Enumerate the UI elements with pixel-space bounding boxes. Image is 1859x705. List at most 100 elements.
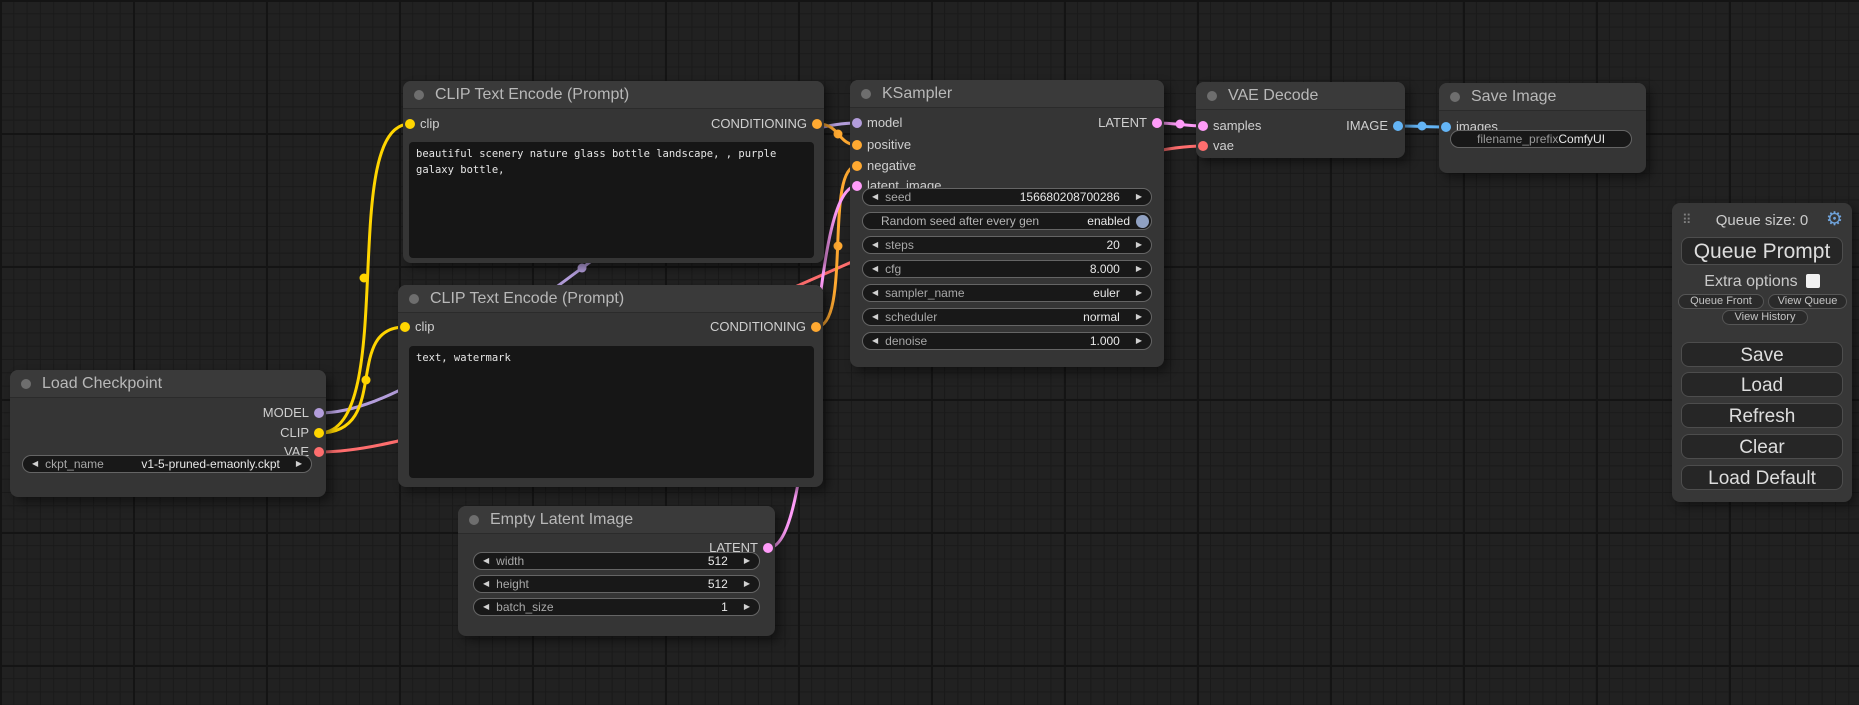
node-save-image[interactable]: Save Imageimagesfilename_prefixComfyUI [1439, 83, 1646, 173]
settings-gear-icon[interactable]: ⚙ [1826, 210, 1843, 230]
widget-width[interactable]: ◀width512▶ [473, 552, 760, 570]
widget-seed[interactable]: ◀seed156680208700286▶ [862, 188, 1152, 206]
widget-decrement-icon[interactable]: ◀ [483, 598, 489, 616]
widget-increment-icon[interactable]: ▶ [1136, 284, 1142, 302]
widget-denoise[interactable]: ◀denoise1.000▶ [862, 332, 1152, 350]
output-port-CONDITIONING[interactable] [812, 119, 822, 129]
node-title-bar[interactable]: CLIP Text Encode (Prompt) [398, 285, 823, 313]
queue-front-button[interactable]: Queue Front [1678, 294, 1764, 309]
widget-batch_size[interactable]: ◀batch_size1▶ [473, 598, 760, 616]
widget-decrement-icon[interactable]: ◀ [872, 332, 878, 350]
node-title-bar[interactable]: Save Image [1439, 83, 1646, 111]
widget-decrement-icon[interactable]: ◀ [483, 575, 489, 593]
collapse-dot[interactable] [409, 294, 419, 304]
widget-ckpt_name[interactable]: ◀ckpt_namev1-5-pruned-emaonly.ckpt▶ [22, 455, 312, 473]
input-port-positive[interactable] [852, 140, 862, 150]
collapse-dot[interactable] [414, 90, 424, 100]
wire-midpoint-dot[interactable] [834, 130, 843, 139]
widget-label: height [496, 577, 529, 591]
input-port-label: positive [867, 137, 911, 153]
widget-value: 512 [708, 554, 728, 568]
node-clip-encode-negative[interactable]: CLIP Text Encode (Prompt)clipCONDITIONIN… [398, 285, 823, 487]
input-port-vae[interactable] [1198, 141, 1208, 151]
widget-decrement-icon[interactable]: ◀ [872, 308, 878, 326]
collapse-dot[interactable] [21, 379, 31, 389]
widget-scheduler[interactable]: ◀schedulernormal▶ [862, 308, 1152, 326]
node-title-bar[interactable]: VAE Decode [1196, 82, 1405, 110]
collapse-dot[interactable] [1450, 92, 1460, 102]
node-title-bar[interactable]: Load Checkpoint [10, 370, 326, 398]
refresh-button[interactable]: Refresh [1681, 403, 1843, 428]
prompt-textarea[interactable]: beautiful scenery nature glass bottle la… [409, 142, 814, 258]
toggle-knob-icon[interactable] [1136, 215, 1149, 228]
collapse-dot[interactable] [1207, 91, 1217, 101]
widget-increment-icon[interactable]: ▶ [296, 455, 302, 473]
input-port-latent_image[interactable] [852, 181, 862, 191]
widget-increment-icon[interactable]: ▶ [1136, 188, 1142, 206]
widget-decrement-icon[interactable]: ◀ [872, 188, 878, 206]
save-button[interactable]: Save [1681, 342, 1843, 367]
widget-steps[interactable]: ◀steps20▶ [862, 236, 1152, 254]
node-load-checkpoint[interactable]: Load CheckpointMODELCLIPVAE◀ckpt_namev1-… [10, 370, 326, 497]
node-vae-decode[interactable]: VAE DecodesamplesvaeIMAGE [1196, 82, 1405, 158]
output-port-LATENT[interactable] [1152, 118, 1162, 128]
node-clip-encode-positive[interactable]: CLIP Text Encode (Prompt)clipCONDITIONIN… [403, 81, 824, 263]
load-button[interactable]: Load [1681, 372, 1843, 397]
output-port-VAE[interactable] [314, 447, 324, 457]
widget-increment-icon[interactable]: ▶ [744, 598, 750, 616]
wire-midpoint-dot[interactable] [362, 376, 371, 385]
widget-decrement-icon[interactable]: ◀ [483, 552, 489, 570]
output-port-label: IMAGE [1346, 118, 1388, 134]
widget-filename_prefix[interactable]: filename_prefixComfyUI [1450, 130, 1632, 148]
node-graph-canvas[interactable]: Load CheckpointMODELCLIPVAE◀ckpt_namev1-… [0, 0, 1859, 705]
clear-button[interactable]: Clear [1681, 434, 1843, 459]
widget-decrement-icon[interactable]: ◀ [872, 260, 878, 278]
input-port-clip[interactable] [405, 119, 415, 129]
input-port-images[interactable] [1441, 122, 1451, 132]
output-port-CONDITIONING[interactable] [811, 322, 821, 332]
output-port-LATENT[interactable] [763, 543, 773, 553]
input-port-clip[interactable] [400, 322, 410, 332]
output-port-IMAGE[interactable] [1393, 121, 1403, 131]
load-default-button[interactable]: Load Default [1681, 465, 1843, 490]
output-port-CLIP[interactable] [314, 428, 324, 438]
wire-midpoint-dot[interactable] [1418, 122, 1427, 131]
widget-height[interactable]: ◀height512▶ [473, 575, 760, 593]
widget-label: denoise [885, 334, 927, 348]
wire-midpoint-dot[interactable] [578, 264, 587, 273]
widget-increment-icon[interactable]: ▶ [1136, 236, 1142, 254]
node-ksampler[interactable]: KSamplermodelpositivenegativelatent_imag… [850, 80, 1164, 367]
collapse-dot[interactable] [861, 89, 871, 99]
widget-decrement-icon[interactable]: ◀ [872, 236, 878, 254]
widget-Random seed after every gen[interactable]: Random seed after every genenabled [862, 212, 1152, 230]
queue-prompt-button[interactable]: Queue Prompt [1681, 237, 1843, 265]
view-history-button[interactable]: View History [1722, 310, 1808, 325]
view-queue-button[interactable]: View Queue [1768, 294, 1847, 309]
node-empty-latent-image[interactable]: Empty Latent ImageLATENT◀width512▶◀heigh… [458, 506, 775, 636]
widget-increment-icon[interactable]: ▶ [744, 575, 750, 593]
wire-midpoint-dot[interactable] [1176, 120, 1185, 129]
prompt-textarea[interactable]: text, watermark [409, 346, 814, 478]
widget-decrement-icon[interactable]: ◀ [872, 284, 878, 302]
input-port-negative[interactable] [852, 161, 862, 171]
wire-midpoint-dot[interactable] [834, 242, 843, 251]
node-title-bar[interactable]: KSampler [850, 80, 1164, 108]
collapse-dot[interactable] [469, 515, 479, 525]
widget-label: cfg [885, 262, 901, 276]
input-port-model[interactable] [852, 118, 862, 128]
widget-decrement-icon[interactable]: ◀ [32, 455, 38, 473]
node-title-text: VAE Decode [1228, 87, 1318, 104]
widget-label: ckpt_name [45, 457, 104, 471]
widget-increment-icon[interactable]: ▶ [1136, 308, 1142, 326]
widget-increment-icon[interactable]: ▶ [1136, 332, 1142, 350]
widget-cfg[interactable]: ◀cfg8.000▶ [862, 260, 1152, 278]
node-title-bar[interactable]: Empty Latent Image [458, 506, 775, 534]
output-port-MODEL[interactable] [314, 408, 324, 418]
widget-sampler_name[interactable]: ◀sampler_nameeuler▶ [862, 284, 1152, 302]
wire-midpoint-dot[interactable] [360, 274, 369, 283]
node-title-bar[interactable]: CLIP Text Encode (Prompt) [403, 81, 824, 109]
widget-increment-icon[interactable]: ▶ [744, 552, 750, 570]
input-port-samples[interactable] [1198, 121, 1208, 131]
widget-increment-icon[interactable]: ▶ [1136, 260, 1142, 278]
extra-options-checkbox[interactable] [1806, 274, 1820, 288]
